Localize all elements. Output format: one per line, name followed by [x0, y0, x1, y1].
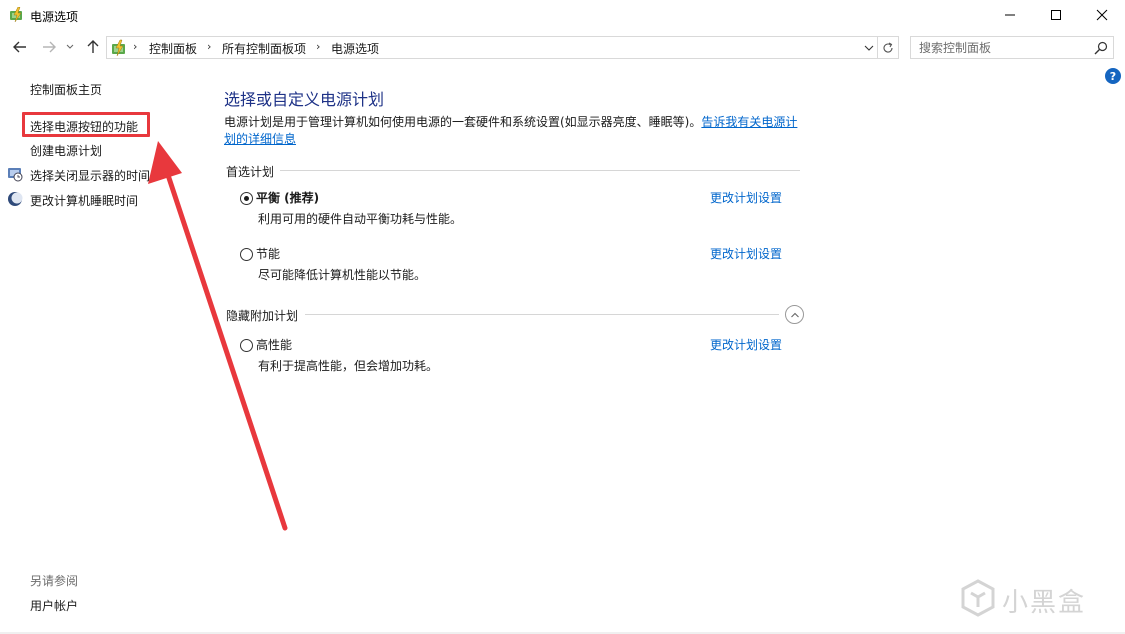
minimize-button[interactable]	[987, 0, 1033, 30]
plan-power-saver-settings-link[interactable]: 更改计划设置	[710, 245, 782, 262]
sidebar-item-display-off[interactable]: 选择关闭显示器的时间	[30, 167, 150, 184]
address-bar[interactable]: › 控制面板 › 所有控制面板项 › 电源选项	[106, 36, 878, 59]
address-dropdown-button[interactable]	[861, 40, 877, 56]
refresh-button[interactable]	[877, 36, 899, 59]
plan-balanced-description: 利用可用的硬件自动平衡功耗与性能。	[258, 212, 463, 226]
annotation-arrow	[148, 141, 288, 531]
heybox-logo-icon	[961, 579, 995, 617]
close-button[interactable]	[1079, 0, 1125, 30]
forward-button[interactable]	[38, 36, 60, 58]
breadcrumb-power-options[interactable]: 电源选项	[331, 40, 379, 57]
display-clock-icon	[8, 168, 23, 182]
sidebar-item-sleep-time[interactable]: 更改计算机睡眠时间	[30, 192, 138, 209]
see-also-user-accounts[interactable]: 用户帐户	[30, 597, 78, 614]
moon-sleep-icon	[8, 192, 23, 206]
search-input[interactable]	[911, 37, 1089, 58]
plan-power-saver-name[interactable]: 节能	[256, 245, 280, 262]
navigation-bar: › 控制面板 › 所有控制面板项 › 电源选项	[0, 32, 1125, 62]
chevron-up-icon	[790, 312, 799, 317]
power-options-icon	[10, 7, 22, 23]
plan-high-performance-radio[interactable]	[240, 339, 253, 352]
help-button[interactable]: ?	[1105, 68, 1121, 84]
hidden-plans-heading: 隐藏附加计划	[226, 309, 299, 323]
breadcrumb-separator[interactable]: ›	[316, 40, 320, 53]
chevron-down-icon	[66, 44, 74, 49]
collapse-hidden-plans-button[interactable]	[785, 305, 804, 324]
group-divider	[280, 170, 800, 171]
title-bar: 电源选项	[0, 0, 1125, 32]
description-text: 电源计划是用于管理计算机如何使用电源的一套硬件和系统设置(如显示器亮度、睡眠等)…	[224, 115, 702, 129]
page-title: 选择或自定义电源计划	[224, 90, 385, 109]
close-icon	[1096, 9, 1108, 21]
breadcrumb-separator[interactable]: ›	[133, 40, 137, 53]
arrow-up-icon	[87, 40, 99, 53]
breadcrumb-separator[interactable]: ›	[207, 40, 211, 53]
group-divider	[305, 314, 779, 315]
search-box[interactable]	[910, 36, 1114, 59]
plan-balanced-settings-link[interactable]: 更改计划设置	[710, 189, 782, 206]
watermark-text: 小黑盒	[1002, 588, 1087, 618]
arrow-left-icon	[13, 41, 26, 53]
control-panel-icon	[112, 39, 125, 57]
plan-high-performance-settings-link[interactable]: 更改计划设置	[710, 336, 782, 353]
refresh-icon	[883, 42, 893, 53]
chevron-down-icon	[864, 45, 874, 51]
breadcrumb-control-panel[interactable]: 控制面板	[149, 40, 197, 57]
sidebar-item-home[interactable]: 控制面板主页	[30, 81, 102, 98]
watermark-logo: 小黑盒	[958, 578, 1108, 618]
window-title: 电源选项	[30, 10, 79, 24]
plan-power-saver-description: 尽可能降低计算机性能以节能。	[258, 268, 427, 282]
recent-locations-button[interactable]	[62, 36, 78, 58]
preferred-plans-heading: 首选计划	[226, 165, 275, 179]
maximize-icon	[1051, 10, 1061, 20]
arrow-right-icon	[43, 41, 56, 53]
back-button[interactable]	[9, 36, 31, 58]
plan-power-saver-radio[interactable]	[240, 248, 253, 261]
maximize-button[interactable]	[1033, 0, 1079, 30]
plan-high-performance-description: 有利于提高性能，但会增加功耗。	[258, 359, 439, 373]
search-icon[interactable]	[1093, 40, 1109, 56]
sidebar-item-create-plan[interactable]: 创建电源计划	[30, 142, 102, 159]
page-description: 电源计划是用于管理计算机如何使用电源的一套硬件和系统设置(如显示器亮度、睡眠等)…	[224, 114, 804, 148]
plan-balanced-name[interactable]: 平衡 (推荐)	[256, 189, 319, 206]
annotation-highlight-box	[22, 112, 150, 137]
see-also-title: 另请参阅	[30, 574, 79, 588]
plan-balanced-radio[interactable]	[240, 192, 253, 205]
up-button[interactable]	[82, 36, 104, 58]
plan-high-performance-name[interactable]: 高性能	[256, 336, 292, 353]
minimize-icon	[1005, 14, 1015, 16]
breadcrumb-all-items[interactable]: 所有控制面板项	[222, 40, 306, 57]
